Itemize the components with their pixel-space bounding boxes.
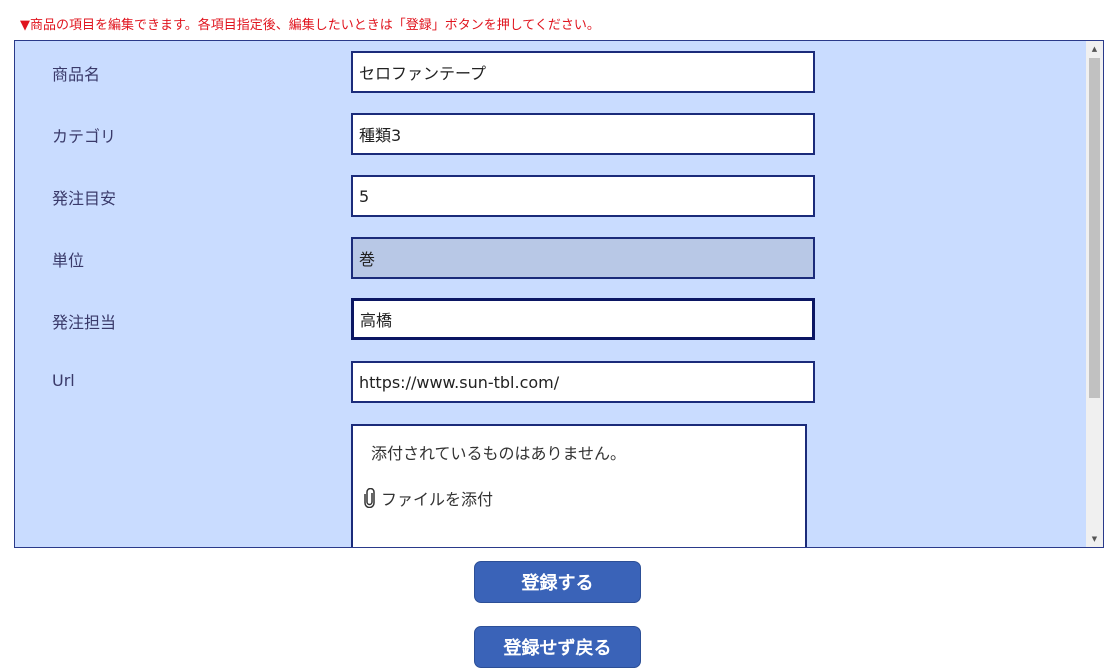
paperclip-icon — [363, 488, 377, 508]
url-input[interactable] — [351, 361, 815, 403]
register-button[interactable]: 登録する — [474, 561, 641, 603]
label-order-guideline: 発注目安 — [52, 189, 117, 208]
scroll-thumb[interactable] — [1089, 58, 1100, 398]
label-url: Url — [52, 371, 75, 390]
product-name-input[interactable] — [351, 51, 815, 93]
back-without-register-button[interactable]: 登録せず戻る — [474, 626, 641, 668]
attachment-area: 添付されているものはありません。 ファイルを添付 — [351, 424, 807, 547]
form-scrollbar[interactable]: ▲ ▼ — [1086, 41, 1103, 547]
category-input[interactable] — [351, 113, 815, 155]
label-unit: 単位 — [52, 251, 85, 270]
attach-file-label: ファイルを添付 — [381, 490, 494, 509]
item-edit-form: 商品名 カテゴリ 発注目安 単位 発注担当 Url 添付されているものはありませ… — [14, 40, 1104, 548]
order-person-input[interactable] — [351, 298, 815, 340]
order-guideline-input[interactable] — [351, 175, 815, 217]
scroll-down-arrow-icon[interactable]: ▼ — [1086, 531, 1103, 547]
attach-file-link[interactable]: ファイルを添付 — [363, 486, 493, 510]
label-order-person: 発注担当 — [52, 313, 117, 332]
label-category: カテゴリ — [52, 127, 117, 146]
attachment-empty-message: 添付されているものはありません。 — [371, 444, 627, 463]
instruction-notice: ▼商品の項目を編集できます。各項目指定後、編集したいときは「登録」ボタンを押して… — [20, 18, 600, 33]
scroll-up-arrow-icon[interactable]: ▲ — [1086, 41, 1103, 57]
unit-field — [351, 237, 815, 279]
label-product-name: 商品名 — [52, 65, 101, 84]
